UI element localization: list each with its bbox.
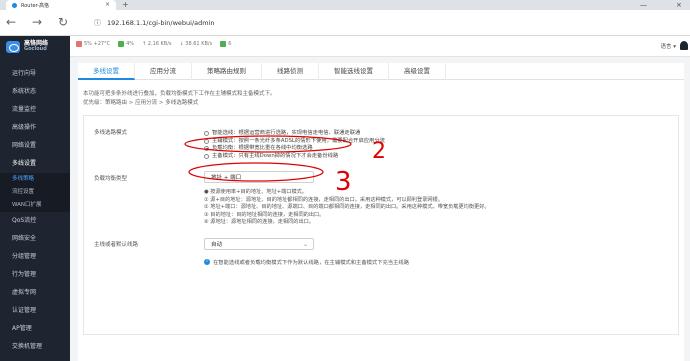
info-icon[interactable]: ⓘ	[94, 18, 101, 28]
info-circle-icon: i	[204, 259, 210, 265]
sidebar-item-security[interactable]: 网络安全	[0, 230, 70, 248]
back-icon[interactable]: ←	[4, 15, 18, 29]
mode-option-backup[interactable]: 主备模式：只有主线Down掉的情况下才会走备份线路	[204, 153, 624, 161]
status-stats: 5% +27°C 4% ↑ 2.16 KB/s ↓ 38.61 KB/s 6	[76, 41, 231, 47]
minimize-icon[interactable]: —	[640, 0, 647, 10]
browser-tabbar: Router-高恪 × + — ×	[0, 0, 690, 10]
sidebar-item-wizard[interactable]: 运行向导	[0, 65, 70, 83]
default-line-label: 主线或者默认线路	[94, 242, 139, 248]
sidebar-item-groups[interactable]: 分组管理	[0, 248, 70, 266]
main-area: 多线设置 应用分流 策略路由规则 线路侦测 智能选线设置 高级设置 本功能可把多…	[70, 57, 690, 361]
sidebar-item-traffic[interactable]: 流量监控	[0, 101, 70, 119]
radio-button[interactable]	[204, 153, 209, 159]
sidebar-item-advanced[interactable]: 高级操作	[0, 119, 70, 137]
chevron-down-icon: ⌄	[302, 174, 308, 181]
user-avatar-icon[interactable]	[680, 41, 688, 50]
logo: 高恪网络 Gocloud	[0, 36, 70, 57]
tab-line-detect[interactable]: 线路侦测	[262, 63, 319, 80]
tab-app-split[interactable]: 应用分流	[135, 63, 192, 80]
sidebar: 运行向导 系统状态 流量监控 高级操作 网络设置 多线设置 多线策略 流控设置 …	[0, 57, 70, 361]
lb-type-label: 负载均衡类型	[94, 176, 128, 182]
reload-icon[interactable]: ↻	[56, 15, 70, 29]
window-close-icon[interactable]: ×	[676, 0, 682, 10]
device-icon	[220, 41, 227, 47]
page-description: 本功能可把多条外线进行叠加，负载均衡模式下工作在主辅模式和主备模式下。 优先级：…	[83, 91, 276, 106]
sidebar-item-vpn[interactable]: 虚拟专网	[0, 284, 70, 302]
mode-radio-group: 智能选线：根据运营商进行选路，实现电信走电信、联通走联通 主辅模式：按照一条光纤…	[204, 130, 624, 160]
sidebar-item-multiline[interactable]: 多线设置	[0, 155, 70, 173]
tab-smart-line[interactable]: 智能选线设置	[319, 63, 389, 80]
tab-policy-routing[interactable]: 策略路由规则	[192, 63, 262, 80]
radio-button-selected[interactable]	[204, 146, 209, 152]
sidebar-subitem-wan-expand[interactable]: WAN口扩展	[0, 199, 70, 212]
browser-tab-title: Router-高恪	[21, 2, 50, 9]
mode-label: 多线选路模式	[94, 130, 128, 136]
tab-close-icon[interactable]: ×	[105, 1, 110, 8]
new-tab-icon[interactable]: +	[122, 0, 129, 10]
chevron-down-icon: ⌄	[302, 241, 308, 248]
tab-advanced[interactable]: 高级设置	[389, 63, 446, 80]
sidebar-item-auth[interactable]: 认证管理	[0, 302, 70, 320]
upload-stat: ↑ 2.16 KB/s	[142, 41, 172, 47]
device-stat: 6	[220, 41, 231, 47]
cpu-icon	[76, 41, 82, 47]
language-selector[interactable]: 语言 ▾	[660, 42, 676, 50]
sidebar-item-switch[interactable]: 交换机管理	[0, 338, 70, 356]
radio-button[interactable]	[204, 131, 209, 137]
url-field[interactable]: ⓘ 192.168.1.1/cgi-bin/webui/admin	[94, 16, 654, 30]
router-favicon-icon	[12, 2, 17, 8]
sidebar-item-behavior[interactable]: 行为管理	[0, 266, 70, 284]
sidebar-item-network[interactable]: 网络设置	[0, 137, 70, 155]
mode-option-primary-secondary[interactable]: 主辅模式：按照一条光纤多条ADSL的情形下使用，需要配合开启应用分流	[204, 138, 624, 146]
tab-multiline-settings[interactable]: 多线设置	[78, 63, 135, 80]
default-line-select[interactable]: 自动 ⌄	[204, 238, 314, 250]
download-stat: ↓ 38.61 KB/s	[179, 41, 213, 47]
gocloud-logo-icon	[6, 40, 20, 53]
sidebar-item-qos[interactable]: QoS流控	[0, 212, 70, 230]
browser-tab[interactable]: Router-高恪 ×	[6, 0, 116, 10]
sidebar-item-ap[interactable]: AP管理	[0, 320, 70, 338]
sidebar-item-status[interactable]: 系统状态	[0, 83, 70, 101]
content-card: 多线设置 应用分流 策略路由规则 线路侦测 智能选线设置 高级设置 本功能可把多…	[78, 63, 684, 361]
radio-button[interactable]	[204, 138, 209, 144]
memory-icon	[118, 41, 125, 47]
default-line-note: i 在智能选线或者负载均衡模式下作为默认线路，在主辅模式和主备模式下充当主线路	[204, 258, 409, 266]
lb-type-help: ● 按源使用率+目的地址、地址+端口模式。 ① 源+目的地址：源地址、目的地址都…	[204, 189, 490, 225]
app-header: 高恪网络 Gocloud 5% +27°C 4% ↑ 2.16 KB/s ↓ 3…	[0, 36, 690, 57]
mode-option-load-balance[interactable]: 负载均衡：根据带宽比重在各线中均衡选路	[204, 145, 624, 153]
url-text: 192.168.1.1/cgi-bin/webui/admin	[107, 19, 215, 27]
memory-stat: 4%	[118, 41, 134, 47]
logo-text-en: Gocloud	[24, 46, 47, 53]
sidebar-subitem-flow[interactable]: 流控设置	[0, 186, 70, 199]
address-bar-row: ← → ↻ ⓘ 192.168.1.1/cgi-bin/webui/admin	[0, 10, 690, 36]
cpu-stat: 5% +27°C	[76, 41, 110, 47]
content-tabs: 多线设置 应用分流 策略路由规则 线路侦测 智能选线设置 高级设置	[78, 63, 684, 80]
mode-option-smart[interactable]: 智能选线：根据运营商进行选路，实现电信走电信、联通走联通	[204, 130, 624, 138]
forward-icon[interactable]: →	[30, 15, 44, 29]
settings-panel: 多线选路模式 智能选线：根据运营商进行选路，实现电信走电信、联通走联通 主辅模式…	[83, 115, 679, 335]
sidebar-subitem-multiline-policy[interactable]: 多线策略	[0, 173, 70, 186]
lb-type-select[interactable]: 地址 + 端口 ⌄	[204, 171, 314, 183]
